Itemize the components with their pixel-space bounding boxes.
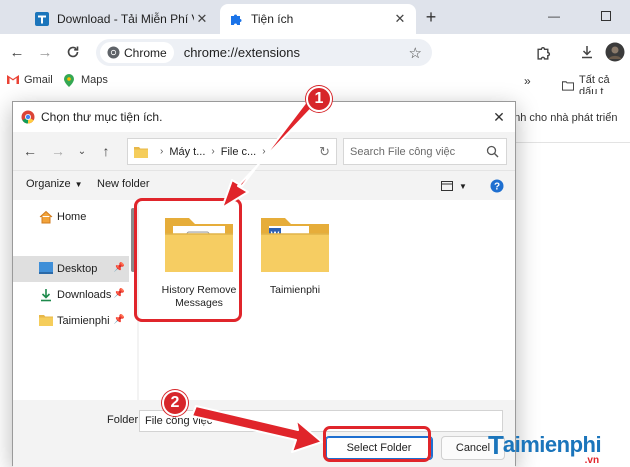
nav-item-downloads[interactable]: Downloads 📌 (13, 282, 129, 308)
forward-icon[interactable]: → (34, 41, 56, 63)
tab-extensions[interactable]: Tiện ích ✕ (220, 4, 416, 34)
up-icon[interactable]: ↑ (95, 141, 117, 161)
nav-item-desktop[interactable]: Desktop 📌 (13, 256, 129, 282)
bookmark-label: Gmail (24, 74, 53, 86)
search-box[interactable] (343, 138, 507, 165)
nav-label: Home (57, 211, 87, 223)
help-icon[interactable]: ? (487, 177, 507, 195)
dialog-title-bar: Chọn thư mục tiện ích. ✕ (13, 102, 515, 132)
folder-label: Taimienphi (270, 284, 320, 297)
bookmark-star-icon[interactable]: ☆ (409, 44, 422, 62)
new-folder-label: New folder (97, 178, 150, 190)
tab-title: Download - Tải Miễn Phí VN - P (57, 12, 194, 26)
dialog-navigation: ← → ⌄ ↑ › Máy t... › File c... › ↻ (13, 132, 515, 170)
nav-label: Taimienphi (57, 315, 110, 327)
pin-icon: 📌 (113, 314, 125, 324)
home-icon (39, 210, 53, 224)
highlight-button-box (323, 426, 431, 462)
reload-icon[interactable] (62, 41, 84, 63)
organize-label: Organize (26, 178, 71, 190)
maximize-icon[interactable] (594, 5, 618, 27)
logo-tld: .vn (584, 455, 600, 466)
tab-strip: Download - Tải Miễn Phí VN - P ✕ Tiện íc… (0, 0, 630, 34)
address-bar[interactable]: Chrome chrome://extensions ☆ (96, 39, 432, 66)
logo-initial: T (488, 429, 504, 460)
close-tab-icon[interactable]: ✕ (392, 11, 408, 27)
avatar[interactable] (604, 41, 626, 63)
download-icon (39, 288, 53, 302)
close-icon[interactable]: ✕ (489, 107, 509, 127)
nav-item-home[interactable]: Home (13, 204, 129, 230)
bookmark-label: Maps (81, 74, 108, 86)
navigation-pane: Home Desktop 📌 Downloads 📌 Taimienphi 📌 (13, 200, 137, 400)
pin-icon: 📌 (113, 262, 125, 272)
downloads-icon[interactable] (576, 41, 598, 63)
organize-menu[interactable]: Organize ▼ (26, 178, 83, 190)
bookmark-maps[interactable]: Maps (64, 74, 108, 87)
chevron-down-icon[interactable]: ⌄ (71, 141, 93, 161)
new-folder-button[interactable]: New folder (97, 178, 150, 190)
folder-label-line: Taimienphi (269, 284, 321, 296)
pin-icon: 📌 (113, 288, 125, 298)
minimize-icon[interactable]: — (542, 5, 566, 27)
tab-download[interactable]: Download - Tải Miễn Phí VN - P ✕ (26, 4, 218, 34)
new-tab-button[interactable]: + (420, 6, 442, 28)
taimienphi-t-icon (34, 11, 50, 27)
search-icon[interactable] (486, 145, 499, 158)
gmail-icon (7, 74, 19, 86)
dialog-title: Chọn thư mục tiện ích. (41, 110, 163, 124)
chevron-down-icon[interactable]: ▼ (453, 177, 473, 195)
url-text: chrome://extensions (183, 45, 301, 60)
chip-label: Chrome (124, 45, 167, 60)
chrome-icon (107, 46, 120, 59)
back-icon[interactable]: ← (6, 41, 28, 63)
maps-icon (64, 74, 76, 87)
desktop-icon (39, 262, 53, 276)
folder-icon (562, 80, 574, 92)
close-tab-icon[interactable]: ✕ (194, 11, 210, 27)
folder-picker-dialog: Chọn thư mục tiện ích. ✕ ← → ⌄ ↑ › Máy t… (12, 101, 516, 467)
breadcrumb-separator: › (211, 146, 215, 157)
developer-mode-label: ành cho nhà phát triển (508, 112, 618, 124)
highlight-folder-box (134, 198, 242, 322)
nav-label: Desktop (57, 263, 98, 275)
taimienphi-logo: T aimienphi .vn (488, 428, 602, 467)
breadcrumb-item[interactable]: Máy t... (169, 146, 205, 158)
search-input[interactable] (350, 145, 480, 158)
folder-item-taimienphi[interactable]: W Taimienphi (251, 208, 339, 314)
browser-toolbar: ← → Chrome chrome://extensions ☆ (0, 34, 630, 70)
bookmarks-overflow-icon[interactable]: » (524, 74, 531, 88)
tab-title: Tiện ích (251, 12, 294, 26)
breadcrumb[interactable]: › Máy t... › File c... › ↻ (127, 138, 337, 165)
svg-text:?: ? (494, 182, 500, 193)
bookmark-gmail[interactable]: Gmail (7, 74, 53, 86)
dialog-footer: Folder: Select Folder Cancel (13, 400, 515, 467)
chrome-chip[interactable]: Chrome (100, 42, 174, 63)
back-icon[interactable]: ← (19, 141, 41, 161)
step-1-badge: 1 (306, 86, 332, 112)
folder-icon: W (261, 218, 329, 272)
puzzle-icon (228, 11, 244, 27)
step-2-badge: 2 (162, 390, 188, 416)
refresh-icon[interactable]: ↻ (319, 144, 330, 160)
nav-label: Downloads (57, 289, 112, 301)
folder-icon (39, 314, 53, 328)
forward-icon[interactable]: → (47, 141, 69, 161)
breadcrumb-separator: › (160, 146, 164, 157)
folder-icon (134, 146, 148, 158)
chevron-down-icon: ▼ (74, 179, 83, 189)
command-bar: Organize ▼ New folder ▼ ? (13, 170, 515, 200)
nav-item-taimienphi[interactable]: Taimienphi 📌 (13, 308, 129, 334)
extensions-icon[interactable] (532, 41, 554, 63)
chrome-logo-icon (21, 110, 35, 124)
folder-field-label: Folder: (107, 414, 142, 426)
folder-field[interactable] (139, 410, 503, 432)
breadcrumb-separator: › (262, 146, 266, 157)
breadcrumb-item[interactable]: File c... (221, 146, 256, 158)
